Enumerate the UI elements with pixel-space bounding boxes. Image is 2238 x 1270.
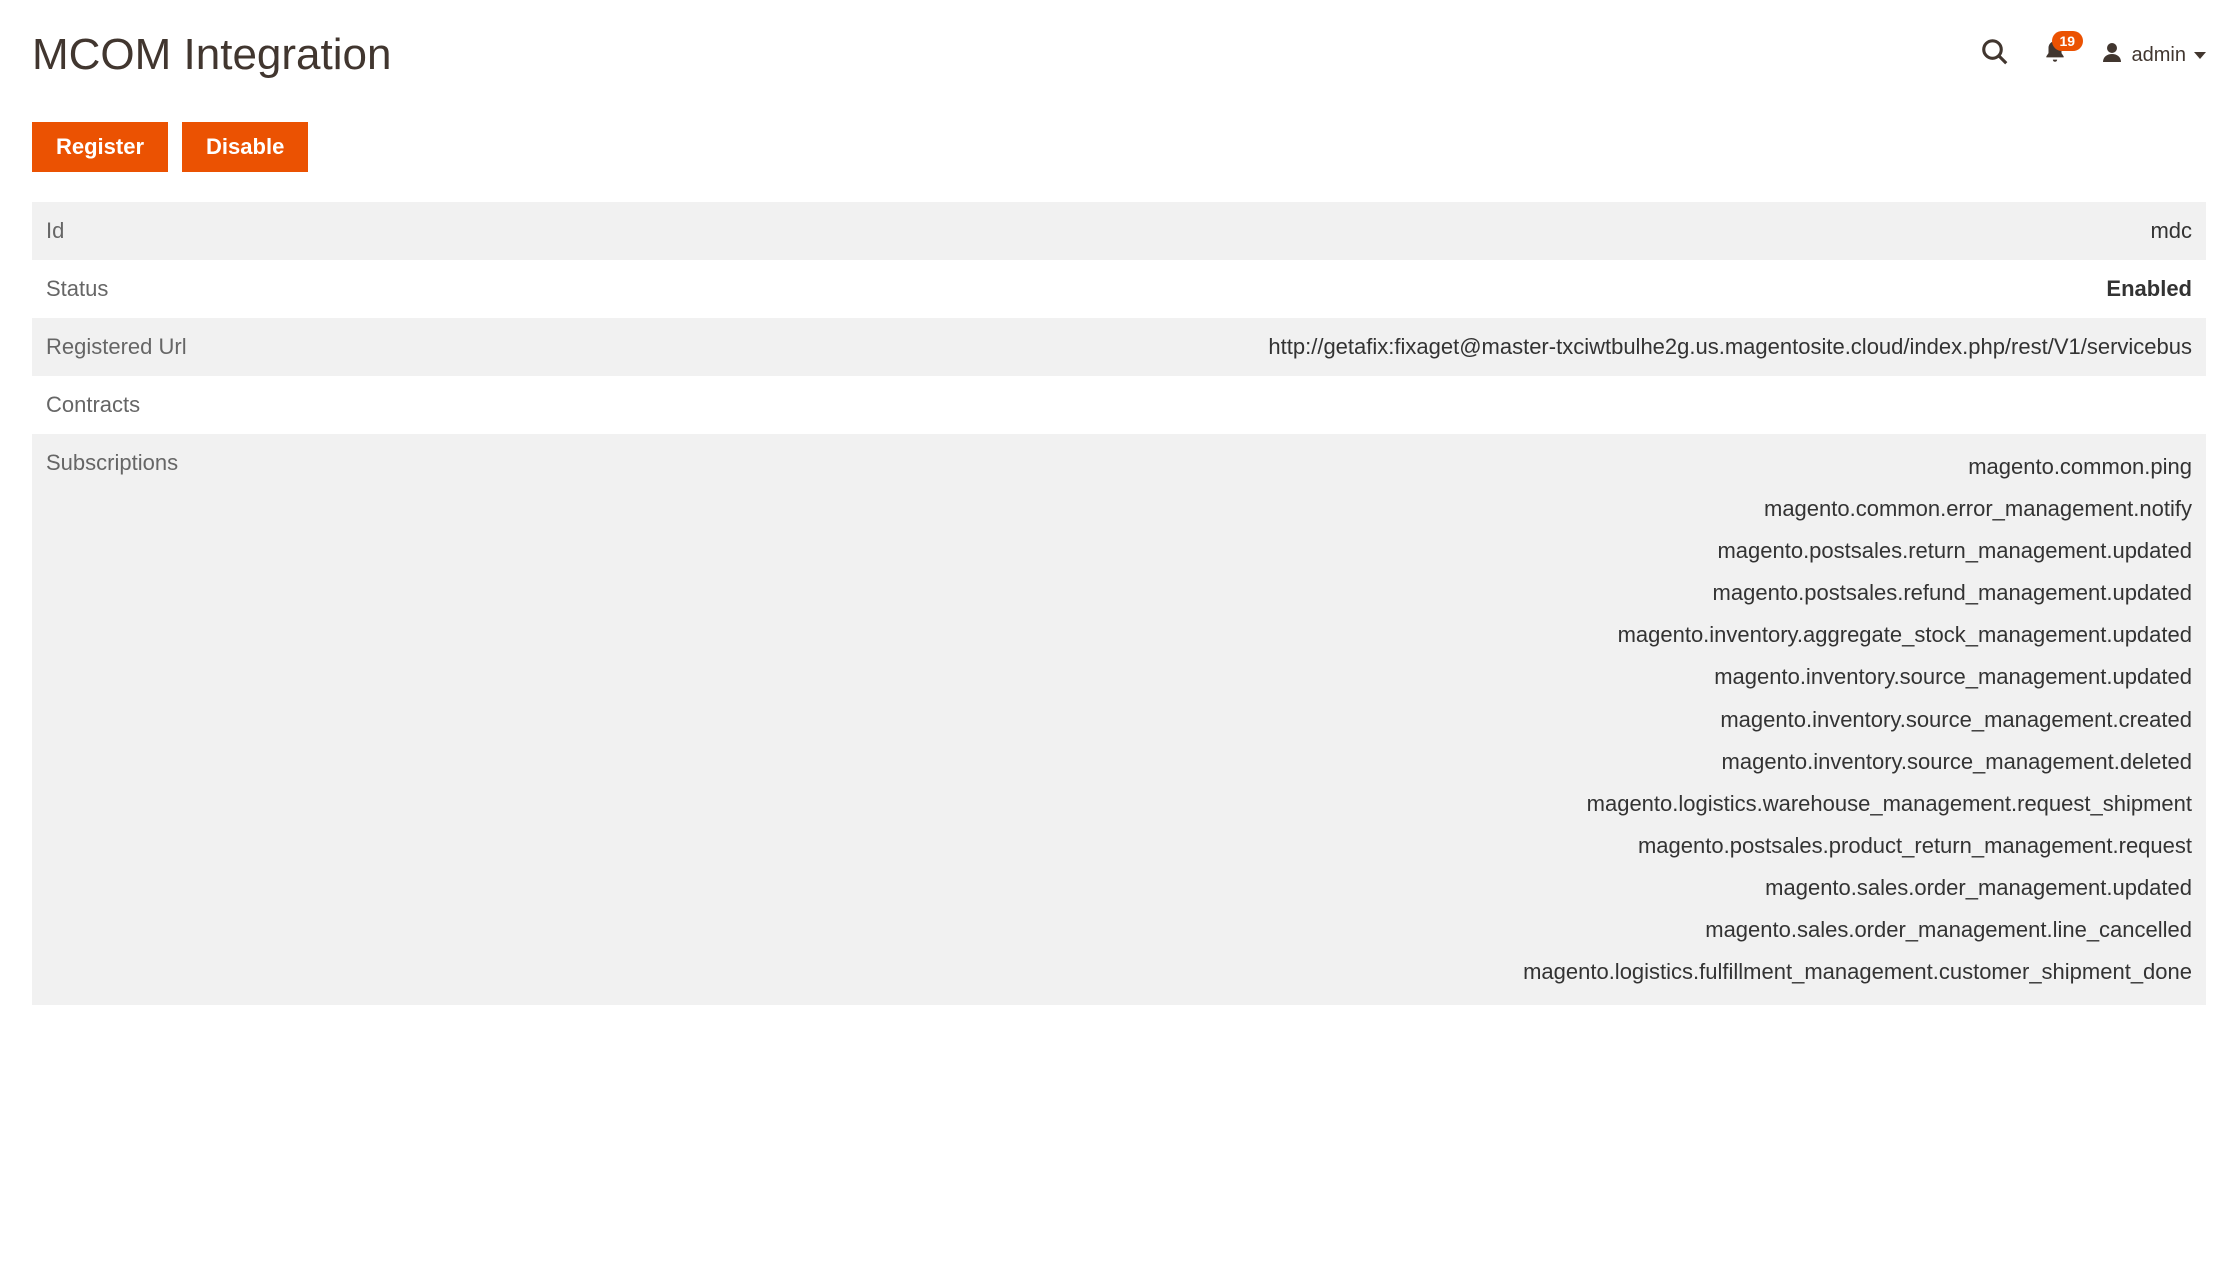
subscription-item: magento.logistics.warehouse_management.r… bbox=[1587, 787, 2192, 821]
row-label-status: Status bbox=[46, 276, 108, 302]
subscription-item: magento.inventory.source_management.upda… bbox=[1714, 660, 2192, 694]
row-status: Status Enabled bbox=[32, 260, 2206, 318]
row-value-subscriptions: magento.common.ping magento.common.error_… bbox=[1523, 450, 2192, 989]
row-label-registered-url: Registered Url bbox=[46, 334, 187, 360]
page-title: MCOM Integration bbox=[32, 30, 391, 80]
subscription-item: magento.sales.order_management.line_canc… bbox=[1705, 913, 2192, 947]
row-registered-url: Registered Url http://getafix:fixaget@ma… bbox=[32, 318, 2206, 376]
row-label-contracts: Contracts bbox=[46, 392, 140, 418]
user-menu[interactable]: admin bbox=[2100, 40, 2206, 70]
row-label-subscriptions: Subscriptions bbox=[46, 450, 178, 476]
user-icon bbox=[2100, 40, 2124, 70]
integration-details-table: Id mdc Status Enabled Registered Url htt… bbox=[32, 202, 2206, 1005]
subscription-item: magento.postsales.product_return_managem… bbox=[1638, 829, 2192, 863]
chevron-down-icon bbox=[2194, 52, 2206, 59]
subscription-item: magento.inventory.source_management.dele… bbox=[1722, 745, 2192, 779]
subscription-item: magento.inventory.aggregate_stock_manage… bbox=[1618, 618, 2192, 652]
row-subscriptions: Subscriptions magento.common.pingmagento… bbox=[32, 434, 2206, 1005]
row-label-id: Id bbox=[46, 218, 64, 244]
subscription-item: magento.common.ping bbox=[1968, 450, 2192, 484]
subscription-item: magento.logistics.fulfillment_management… bbox=[1523, 955, 2192, 989]
row-id: Id mdc bbox=[32, 202, 2206, 260]
row-value-registered-url: http://getafix:fixaget@master-txciwtbulh… bbox=[1268, 334, 2192, 360]
row-value-status: Enabled bbox=[2106, 276, 2192, 302]
notifications-button[interactable]: 19 bbox=[2042, 39, 2068, 71]
notification-count-badge: 19 bbox=[2052, 31, 2084, 51]
register-button[interactable]: Register bbox=[32, 122, 168, 172]
subscription-item: magento.inventory.source_management.crea… bbox=[1720, 703, 2192, 737]
subscription-item: magento.postsales.refund_management.upda… bbox=[1713, 576, 2192, 610]
row-contracts: Contracts bbox=[32, 376, 2206, 434]
user-name-label: admin bbox=[2132, 44, 2186, 67]
row-value-id: mdc bbox=[2150, 218, 2192, 244]
disable-button[interactable]: Disable bbox=[182, 122, 308, 172]
subscription-item: magento.postsales.return_management.upda… bbox=[1717, 534, 2192, 568]
subscription-item: magento.common.error_management.notify bbox=[1764, 492, 2192, 526]
subscription-item: magento.sales.order_management.updated bbox=[1765, 871, 2192, 905]
search-icon[interactable] bbox=[1980, 37, 2010, 73]
